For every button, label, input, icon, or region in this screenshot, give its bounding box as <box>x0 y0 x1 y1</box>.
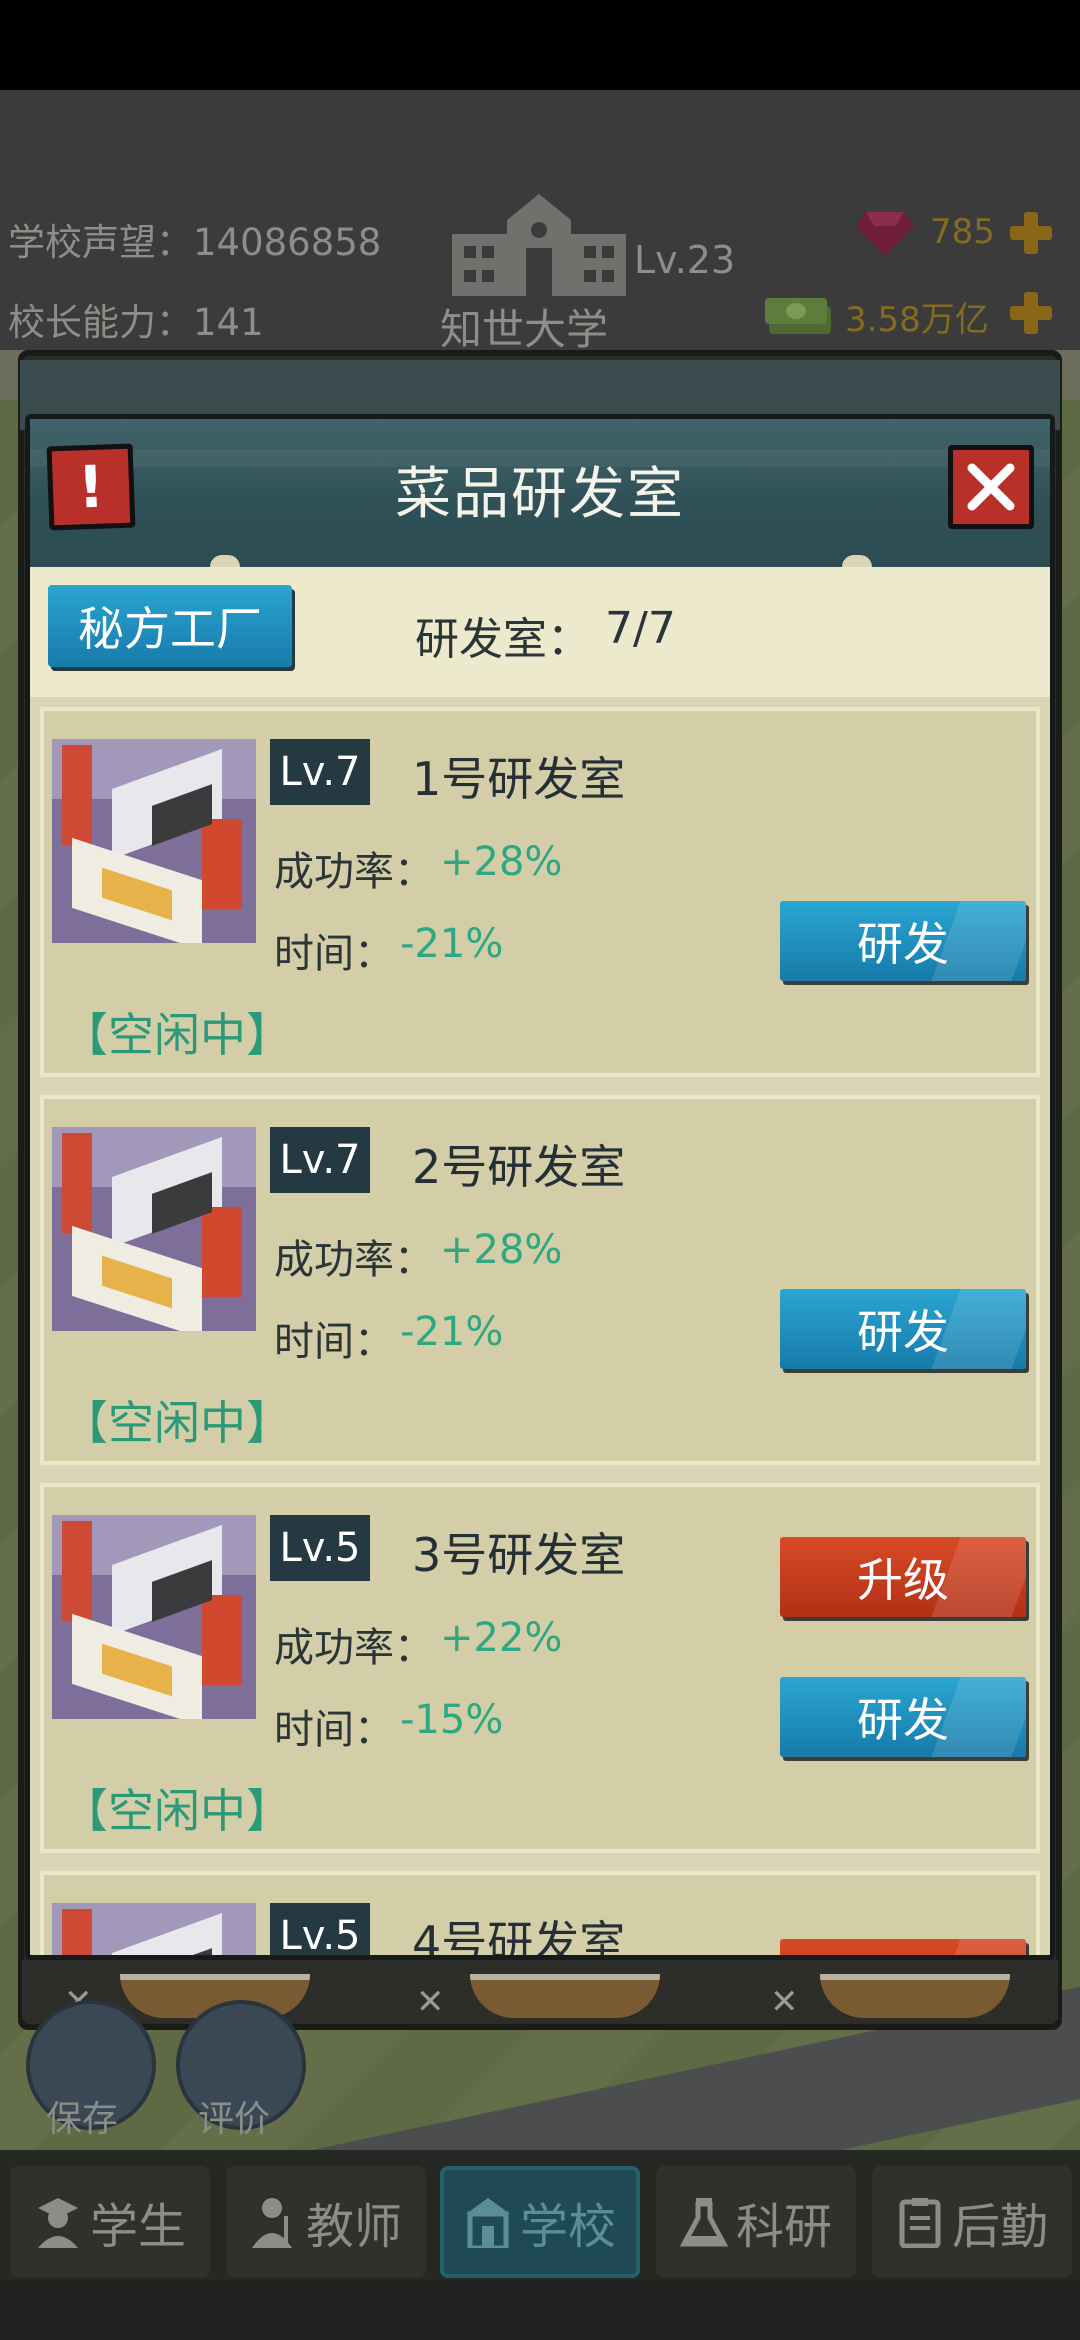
student-icon <box>37 2198 78 2248</box>
research-button[interactable]: 研发 <box>780 1677 1026 1757</box>
research-label: 研发 <box>857 1693 949 1747</box>
lab-room-card: Lv.5 4号研发室 升级 <box>40 1871 1040 1960</box>
room-count-label: 研发室： <box>415 614 591 665</box>
upgrade-label: 升级 <box>857 1946 949 1955</box>
status-idle: 【空闲中】 <box>62 1008 292 1062</box>
info-button[interactable]: ! <box>46 443 136 531</box>
cash-amount: 3.58万亿 <box>845 300 989 340</box>
ability-stat: 校长能力：141 <box>8 292 264 346</box>
lab-room-card: Lv.7 1号研发室 成功率： +28% 时间： -21% 【空闲中】 研发 <box>40 707 1040 1077</box>
status-idle: 【空闲中】 <box>62 1784 292 1838</box>
level-badge: Lv.7 <box>270 739 370 805</box>
room-name: 1号研发室 <box>412 752 626 806</box>
reputation-label: 学校声望： <box>8 221 193 264</box>
divider-x-icon: ✕ <box>770 1982 799 2022</box>
gem-count: 785 <box>930 212 995 252</box>
nav-logistics[interactable]: 后勤 <box>872 2166 1072 2278</box>
ability-value: 141 <box>193 301 264 344</box>
ability-label: 校长能力： <box>8 301 193 344</box>
level-badge: Lv.5 <box>270 1903 370 1955</box>
upgrade-label: 升级 <box>857 1553 949 1607</box>
add-cash-plus-icon[interactable] <box>1010 292 1052 334</box>
close-icon <box>967 463 1015 511</box>
success-rate-value: +28% <box>440 839 563 885</box>
nav-students[interactable]: 学生 <box>10 2166 210 2278</box>
nav-logistics-label: 后勤 <box>951 2199 1048 2255</box>
research-label: 研发 <box>857 1305 949 1359</box>
dialog-header: 菜品研发室 ! <box>30 419 1050 567</box>
reputation-value: 14086858 <box>193 221 382 264</box>
food-bowl <box>470 1974 660 2018</box>
nav-school[interactable]: 学校 <box>440 2166 640 2278</box>
flask-icon <box>679 2198 728 2247</box>
recipe-factory-button[interactable]: 秘方工厂 <box>48 585 292 667</box>
research-button[interactable]: 研发 <box>780 1289 1026 1369</box>
room-name: 2号研发室 <box>412 1140 626 1194</box>
lab-room-card: Lv.5 3号研发室 成功率： +22% 时间： -15% 【空闲中】 升级 研… <box>40 1483 1040 1853</box>
time-label: 时间： <box>274 1707 394 1753</box>
lab-room-list[interactable]: Lv.7 1号研发室 成功率： +28% 时间： -21% 【空闲中】 研发 L… <box>30 697 1050 1960</box>
level-badge: Lv.5 <box>270 1515 370 1581</box>
school-name: 知世大学 <box>440 305 609 354</box>
school-building-icon[interactable] <box>452 190 626 296</box>
status-bar <box>0 0 1080 90</box>
room-name: 4号研发室 <box>412 1916 626 1960</box>
room-name: 3号研发室 <box>412 1528 626 1582</box>
level-badge: Lv.7 <box>270 1127 370 1193</box>
nav-research-label: 科研 <box>735 2199 832 2255</box>
nav-students-label: 学生 <box>89 2199 186 2255</box>
food-bowl <box>820 1974 1010 2018</box>
school-level: Lv.23 <box>634 238 736 282</box>
dialog-title: 菜品研发室 <box>395 462 685 527</box>
upgrade-button[interactable]: 升级 <box>780 1939 1026 1955</box>
cash-icon <box>765 298 831 334</box>
reputation-stat: 学校声望：14086858 <box>8 212 381 266</box>
school-icon <box>465 2198 510 2248</box>
save-label: 保存 <box>46 2099 119 2140</box>
clipboard-icon <box>899 2198 941 2248</box>
success-rate-label: 成功率： <box>274 1625 434 1671</box>
nav-research[interactable]: 科研 <box>656 2166 856 2278</box>
close-button[interactable] <box>948 445 1034 529</box>
teacher-icon <box>251 2198 292 2248</box>
kitchen-thumbnail <box>52 1127 256 1331</box>
nav-teachers-label: 教师 <box>305 2199 402 2255</box>
research-label: 研发 <box>857 917 949 971</box>
kitchen-thumbnail <box>52 1515 256 1719</box>
success-rate-value: +22% <box>440 1615 563 1661</box>
kitchen-thumbnail <box>52 1903 256 1955</box>
status-idle: 【空闲中】 <box>62 1396 292 1450</box>
recipe-lab-dialog: 菜品研发室 ! 秘方工厂 研发室： 7/7 Lv.7 1号研发室 成功率： +2… <box>25 414 1055 1960</box>
room-count-value: 7/7 <box>605 603 676 654</box>
time-value: -21% <box>400 1309 504 1355</box>
gem-icon <box>856 212 914 256</box>
upgrade-button[interactable]: 升级 <box>780 1537 1026 1617</box>
time-label: 时间： <box>274 931 394 977</box>
divider-x-icon: ✕ <box>416 1982 445 2022</box>
success-rate-value: +28% <box>440 1227 563 1273</box>
success-rate-label: 成功率： <box>274 849 434 895</box>
kitchen-thumbnail <box>52 739 256 943</box>
time-label: 时间： <box>274 1319 394 1365</box>
success-rate-label: 成功率： <box>274 1237 434 1283</box>
time-value: -21% <box>400 921 504 967</box>
nav-teachers[interactable]: 教师 <box>226 2166 426 2278</box>
info-icon: ! <box>76 452 106 522</box>
review-label: 评价 <box>198 2099 271 2140</box>
system-nav-bar <box>0 2280 1080 2340</box>
lab-room-card: Lv.7 2号研发室 成功率： +28% 时间： -21% 【空闲中】 研发 <box>40 1095 1040 1465</box>
time-value: -15% <box>400 1697 504 1743</box>
add-gems-plus-icon[interactable] <box>1010 212 1052 254</box>
nav-school-label: 学校 <box>519 2199 616 2255</box>
research-button[interactable]: 研发 <box>780 901 1026 981</box>
